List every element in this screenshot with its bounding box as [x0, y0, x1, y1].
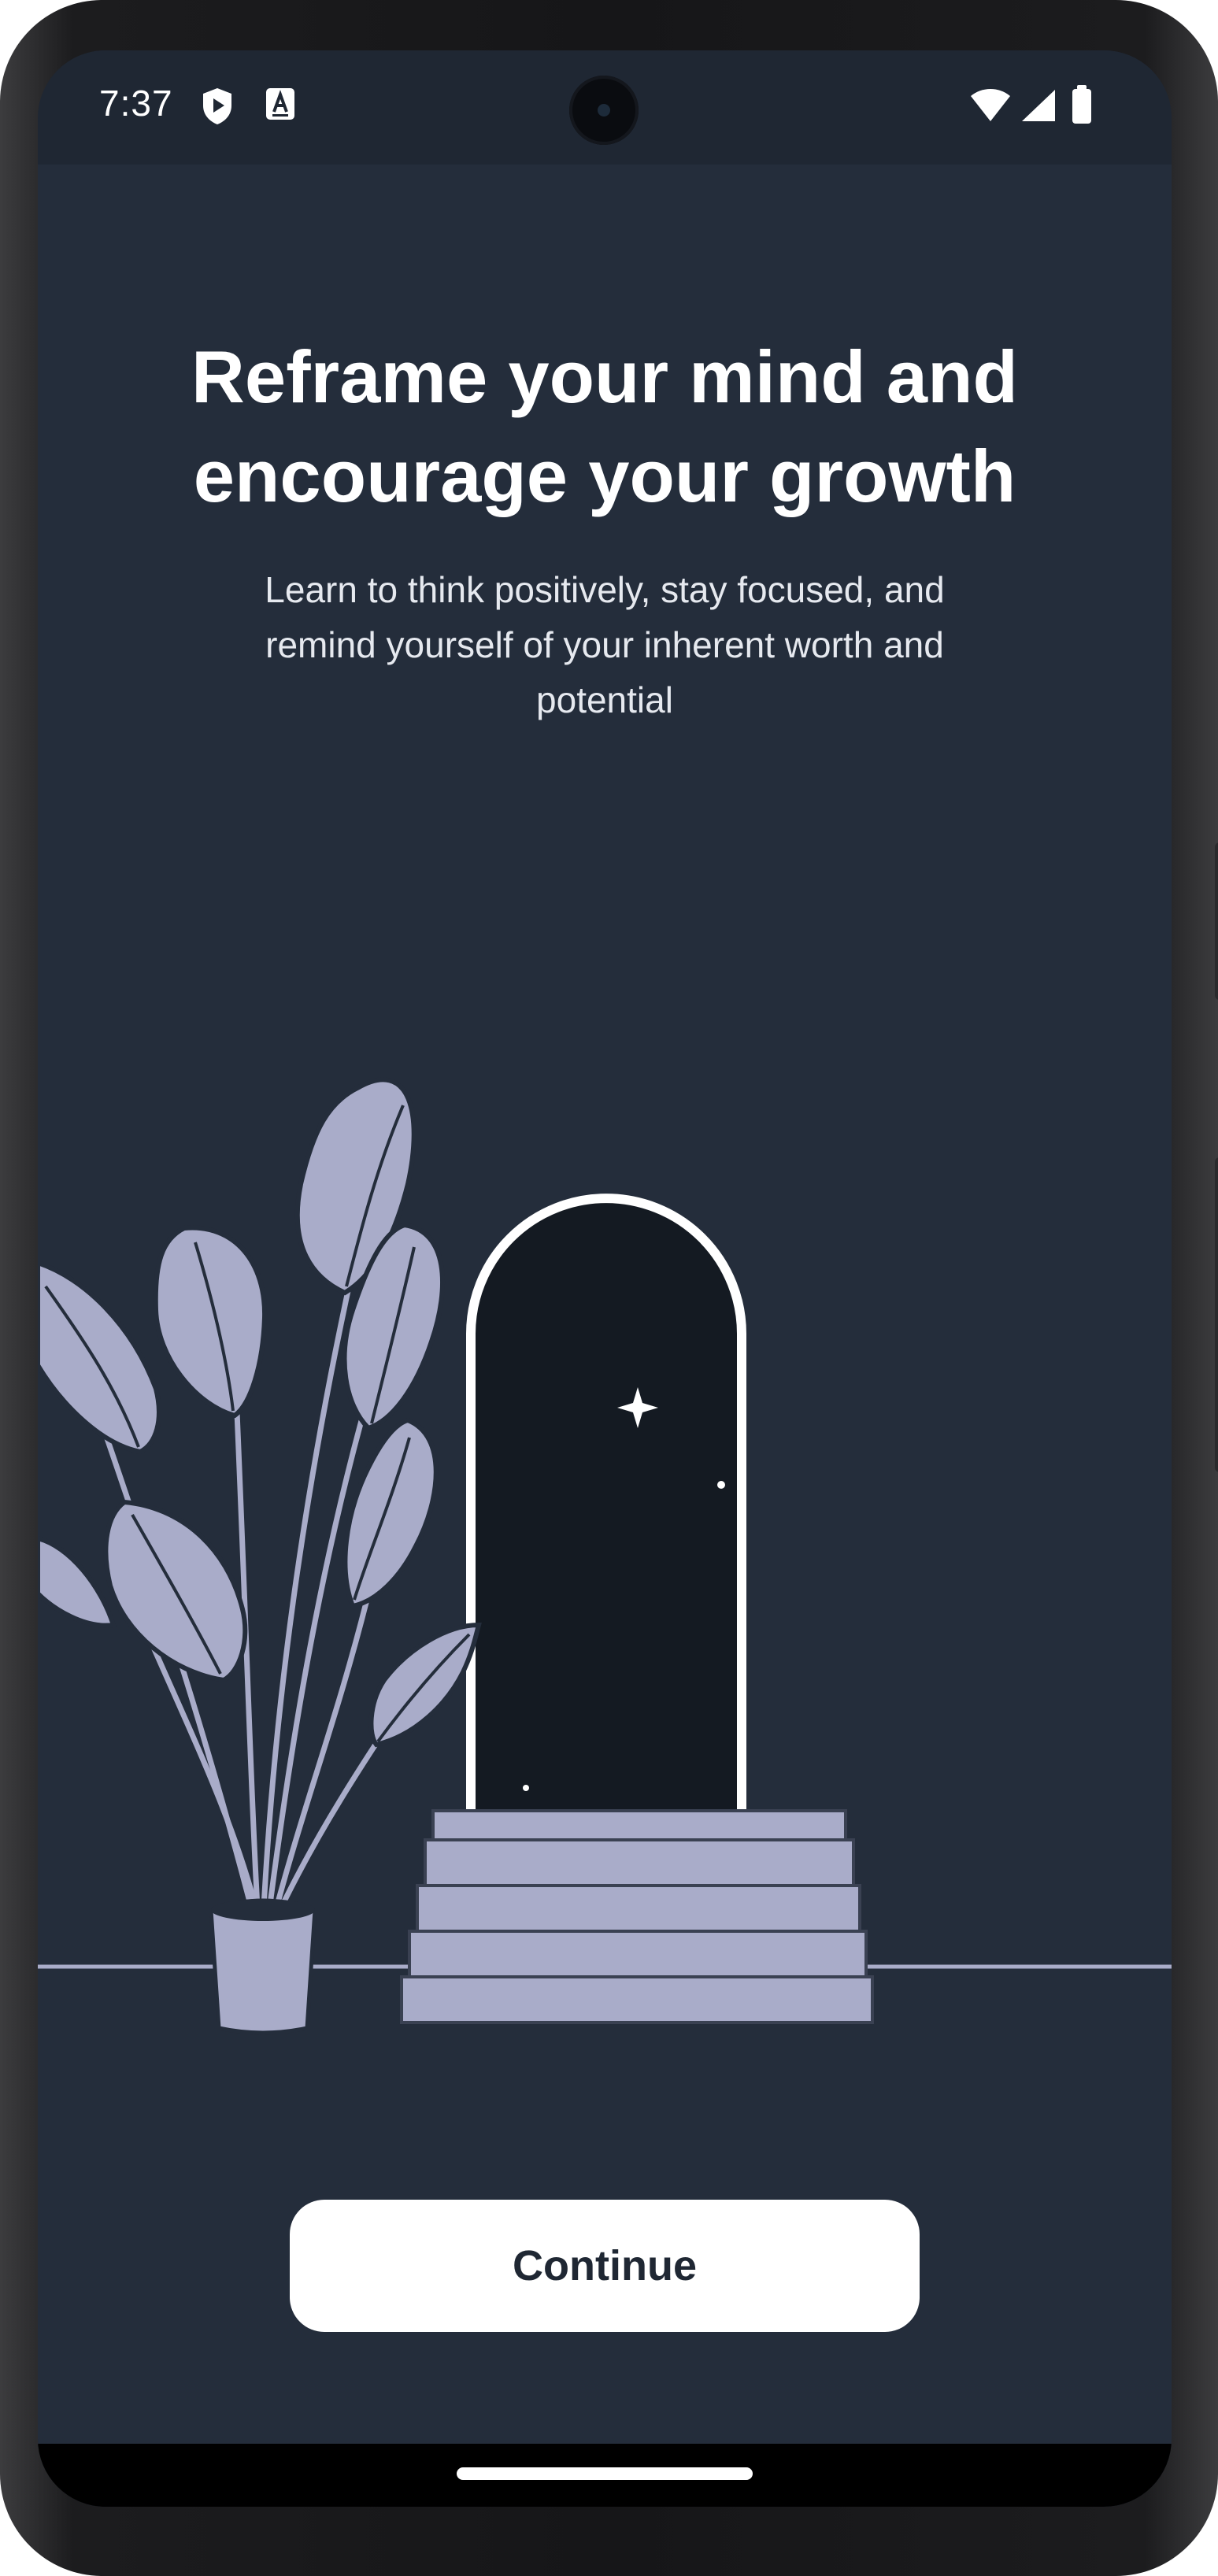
phone-frame: 7:37 Reframe your mind and encourage you…: [0, 0, 1218, 2576]
power-button: [1215, 842, 1218, 1000]
pot-rim: [211, 1899, 315, 1921]
onboarding-title: Reframe your mind and encourage your gro…: [191, 335, 1018, 517]
front-camera: [569, 76, 639, 145]
continue-button[interactable]: Continue: [290, 2200, 920, 2332]
plant-and-doorway-illustration: [38, 1077, 1172, 2035]
battery-icon: [1072, 85, 1091, 124]
sparkle-dot: [717, 1481, 725, 1489]
play-protect-icon: [203, 88, 231, 124]
app-screen: 7:37 Reframe your mind and encourage you…: [38, 50, 1172, 2507]
onboarding-subtitle: Learn to think positively, stay focused,…: [265, 569, 945, 720]
volume-button: [1215, 1157, 1218, 1472]
gesture-nav-bar: [38, 2444, 1172, 2507]
stairs: [400, 1809, 874, 2024]
accessibility-a-icon: [266, 88, 294, 120]
doorway: [466, 1194, 746, 1819]
status-bar: 7:37: [38, 50, 1172, 165]
sparkle-dot: [523, 1785, 529, 1791]
wifi-icon: [971, 89, 1010, 121]
plant-leaves: [38, 1077, 482, 1748]
status-time: 7:37: [99, 83, 173, 124]
cell-signal-icon: [1022, 90, 1055, 121]
home-indicator[interactable]: [457, 2467, 753, 2480]
